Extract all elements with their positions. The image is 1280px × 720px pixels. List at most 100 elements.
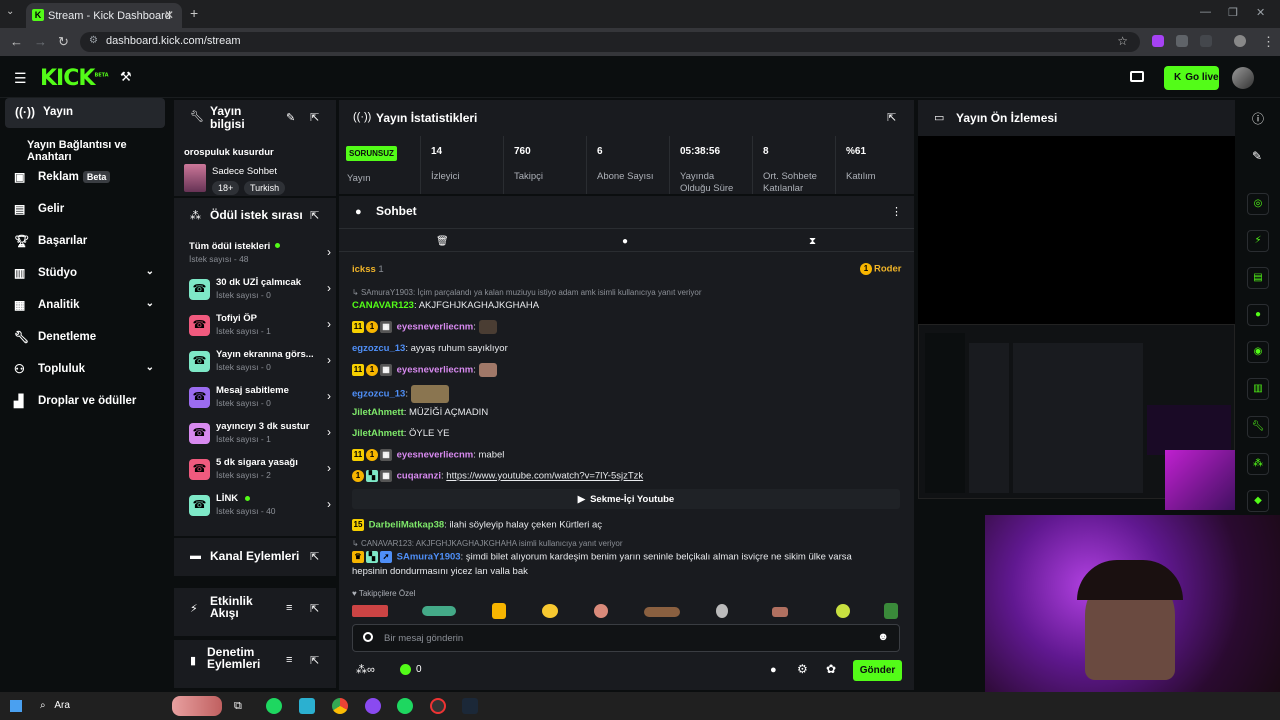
sidebar-item-topluluk[interactable]: ⚇ Topluluk ⌄ [0, 355, 170, 385]
settings-gear-icon[interactable]: ⚙ [797, 662, 808, 676]
reward-item-all[interactable]: Tüm ödül istekleri İstek sayısı - 48 › [183, 241, 333, 275]
bookmark-star-icon[interactable]: ☆ [1117, 34, 1128, 48]
chat-username[interactable]: eyesneverliecnm [397, 365, 474, 376]
chat-username[interactable]: eyesneverliecnm [397, 450, 474, 461]
popout-icon[interactable]: ⇱ [310, 654, 319, 667]
reward-item[interactable]: ☎ Tofiyi ÖP İstek sayısı - 1 › [183, 313, 333, 347]
forward-icon[interactable]: → [34, 34, 47, 49]
close-window-icon[interactable]: ✕ [1256, 6, 1265, 19]
drops-status[interactable]: ⁂∞ [356, 663, 375, 676]
chat-menu-icon[interactable]: ⋮ [891, 205, 902, 218]
site-info-icon[interactable]: ⚙ [89, 35, 98, 46]
emote[interactable] [422, 606, 456, 616]
edit-pencil-icon[interactable]: ✎ [286, 111, 295, 124]
sidebar-item-basarilar[interactable]: 🏆︎ Başarılar [0, 227, 170, 257]
tag-chip[interactable]: 18+ [212, 181, 240, 195]
browser-menu-icon[interactable]: ⋮ [1262, 34, 1275, 50]
address-bar[interactable]: ⚙ dashboard.kick.com/stream ☆ [80, 32, 1140, 52]
emoji-icon[interactable]: ☻ [877, 631, 889, 643]
sidebar-item-stream-key[interactable]: Yayın Bağlantısı ve Anahtarı [0, 131, 170, 163]
emote[interactable] [884, 603, 898, 619]
popout-icon[interactable]: ⇱ [310, 209, 319, 222]
reward-item[interactable]: ☎ Mesaj sabitleme İstek sayısı - 0 › [183, 385, 333, 419]
chat-username[interactable]: cuqaranzi [397, 471, 441, 482]
chat-username[interactable]: egzozcu_13 [352, 343, 405, 354]
chat-username[interactable]: egzozcu_13 [352, 389, 405, 400]
sidebar-item-gelir[interactable]: ▤ Gelir [0, 195, 170, 225]
task-view-icon[interactable]: ⧉ [234, 700, 242, 713]
rail-file-icon[interactable]: ▤ [1247, 267, 1269, 289]
reward-item[interactable]: ☎ 5 dk sigara yasağı İstek sayısı - 2 › [183, 457, 333, 491]
emote[interactable] [594, 604, 608, 618]
rail-wrench-icon[interactable]: 🔧︎ [1247, 416, 1269, 438]
app-icon-3[interactable] [365, 698, 381, 714]
emote[interactable] [716, 604, 728, 618]
chat-username[interactable]: CANAVAR123 [352, 300, 414, 311]
emote[interactable] [492, 603, 506, 619]
theater-mode-icon[interactable] [1130, 71, 1144, 82]
extension-icon-2[interactable] [1176, 35, 1188, 47]
back-icon[interactable]: ← [10, 34, 23, 49]
sidebar-item-denetleme[interactable]: 🔧︎ Denetleme [0, 323, 170, 353]
app-icon-4[interactable] [430, 698, 446, 714]
filter-icon[interactable]: ≡ [286, 654, 292, 666]
close-tab-icon[interactable]: ✕ [164, 8, 174, 22]
tag-chip[interactable]: Turkish [244, 181, 286, 195]
emote[interactable] [772, 607, 788, 617]
emote[interactable] [836, 604, 850, 618]
rail-chat-icon[interactable]: ● [1247, 304, 1269, 326]
windows-start-icon[interactable] [10, 700, 22, 712]
sidebar-item-reklam[interactable]: ▣ Reklam Beta [0, 163, 170, 193]
chat-username[interactable]: eyesneverliecnm [397, 322, 474, 333]
kick-logo[interactable]: KICKBETA [40, 66, 109, 91]
emote[interactable] [542, 604, 558, 618]
info-icon[interactable]: ⓘ [1252, 110, 1264, 127]
youtube-embed-button[interactable]: ▶ Sekme-İçi Youtube [352, 489, 900, 509]
chat-input[interactable]: Bir mesaj gönderin ☻ [352, 624, 900, 652]
rail-layout-icon[interactable]: ▥ [1247, 378, 1269, 400]
edit-pencil-icon[interactable]: ✎ [1252, 149, 1262, 163]
profile-icon[interactable] [1234, 35, 1246, 47]
browser-tab[interactable]: K Stream - Kick Dashboard ✕ [26, 3, 182, 28]
chat-bubble-icon[interactable]: ● [622, 236, 628, 247]
spotify-icon[interactable] [397, 698, 413, 714]
steam-icon[interactable] [462, 698, 478, 714]
sidebar-item-analitik[interactable]: ▦ Analitik ⌄ [0, 291, 170, 321]
popout-icon[interactable]: ⇱ [887, 111, 896, 124]
filter-icon[interactable]: ≡ [286, 602, 292, 614]
new-tab-icon[interactable]: + [190, 5, 198, 21]
app-icon[interactable] [266, 698, 282, 714]
emote[interactable] [644, 607, 680, 617]
extensions-puzzle-icon[interactable] [1200, 35, 1212, 47]
chat-username[interactable]: SAmuraY1903 [397, 552, 461, 563]
reward-item[interactable]: ☎ 30 dk UZİ çalmıcak İstek sayısı - 0 › [183, 277, 333, 311]
gift-icon[interactable]: ✿ [826, 662, 836, 676]
chrome-icon[interactable] [332, 698, 348, 714]
rail-target-icon[interactable]: ◎ [1247, 193, 1269, 215]
popout-icon[interactable]: ⇱ [310, 111, 319, 124]
minimize-icon[interactable]: — [1200, 6, 1211, 18]
hamburger-menu-icon[interactable]: ☰ [14, 70, 27, 87]
extension-icon[interactable] [1152, 35, 1164, 47]
chat-link[interactable]: https://www.youtube.com/watch?v=7lY-5sjz… [446, 471, 643, 482]
tab-search-icon[interactable]: ⌄ [6, 6, 14, 17]
chat-username[interactable]: JiletAhmett [352, 428, 404, 439]
chat-username[interactable]: JiletAhmett [352, 407, 404, 418]
reward-item[interactable]: ☎ LİNK İstek sayısı - 40 › [183, 493, 333, 527]
sidebar-item-studyo[interactable]: ▥ Stüdyo ⌄ [0, 259, 170, 289]
user-avatar[interactable] [1232, 67, 1254, 89]
rail-lightning-icon[interactable]: ⚡︎ [1247, 230, 1269, 252]
chat-username[interactable]: DarbeliMatkap38 [369, 520, 445, 531]
channel-points[interactable]: 0 [400, 664, 422, 675]
emote[interactable] [352, 605, 388, 617]
go-live-button[interactable]: K Go live [1164, 66, 1219, 90]
maximize-icon[interactable]: ❐ [1228, 6, 1238, 19]
chat-bubble-icon[interactable]: ● [770, 664, 777, 676]
trash-icon[interactable]: 🗑︎ [436, 236, 449, 247]
sidebar-item-yayin[interactable]: ((·)) Yayın [5, 98, 165, 128]
rail-broadcast-icon[interactable]: ◉ [1247, 341, 1269, 363]
app-icon-2[interactable] [299, 698, 315, 714]
popout-icon[interactable]: ⇱ [310, 550, 319, 563]
reward-item[interactable]: ☎ yayıncıyı 3 dk sustur İstek sayısı - 1 › [183, 421, 333, 455]
hourglass-icon[interactable]: ⧗ [809, 236, 816, 247]
